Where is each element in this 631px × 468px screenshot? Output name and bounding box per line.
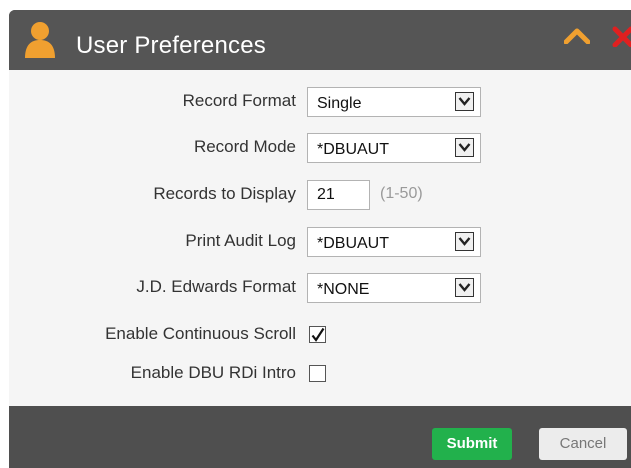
jde-format-label: J.D. Edwards Format — [136, 277, 296, 296]
chevron-down-icon[interactable] — [455, 138, 474, 157]
close-icon[interactable] — [612, 26, 631, 47]
records-to-display-input[interactable] — [307, 180, 370, 210]
record-format-select[interactable]: Single — [307, 87, 481, 117]
user-icon — [25, 22, 55, 58]
records-to-display-label: Records to Display — [153, 184, 296, 203]
record-mode-select[interactable]: *DBUAUT — [307, 133, 481, 163]
checkmark-icon — [311, 327, 325, 342]
submit-button[interactable]: Submit — [432, 428, 512, 460]
chevron-up-icon[interactable] — [564, 28, 590, 44]
print-audit-log-value: *DBUAUT — [317, 235, 390, 252]
rdi-intro-row: Enable DBU RDi Intro — [9, 359, 631, 389]
continuous-scroll-checkbox[interactable] — [309, 326, 326, 343]
jde-format-value: *NONE — [317, 281, 370, 298]
records-to-display-row: Records to Display (1-50) — [9, 180, 631, 210]
chevron-down-icon[interactable] — [455, 92, 474, 111]
continuous-scroll-label: Enable Continuous Scroll — [105, 324, 296, 343]
records-range-hint: (1-50) — [380, 185, 423, 202]
chevron-down-icon[interactable] — [455, 278, 474, 297]
record-mode-label: Record Mode — [193, 137, 296, 156]
dialog-titlebar[interactable]: User Preferences — [9, 10, 631, 70]
record-mode-row: Record Mode *DBUAUT — [9, 133, 631, 163]
jde-format-row: J.D. Edwards Format *NONE — [9, 273, 631, 303]
print-audit-log-row: Print Audit Log *DBUAUT — [9, 227, 631, 257]
record-mode-value: *DBUAUT — [317, 141, 390, 158]
print-audit-log-label: Print Audit Log — [185, 231, 296, 250]
rdi-intro-label: Enable DBU RDi Intro — [130, 363, 296, 382]
chevron-down-icon[interactable] — [455, 232, 474, 251]
print-audit-log-select[interactable]: *DBUAUT — [307, 227, 481, 257]
dialog-title: User Preferences — [76, 32, 266, 59]
dialog-footer: Submit Cancel — [9, 406, 631, 468]
rdi-intro-checkbox[interactable] — [309, 365, 326, 382]
continuous-scroll-row: Enable Continuous Scroll — [9, 320, 631, 350]
record-format-value: Single — [317, 95, 362, 112]
cancel-button[interactable]: Cancel — [539, 428, 627, 460]
jde-format-select[interactable]: *NONE — [307, 273, 481, 303]
record-format-row: Record Format Single — [9, 87, 631, 117]
record-format-label: Record Format — [182, 91, 296, 110]
preferences-form: Record Format Single Record Mode *DBUAUT… — [9, 70, 631, 406]
user-preferences-dialog: User Preferences Record Format Single Re… — [9, 10, 631, 468]
